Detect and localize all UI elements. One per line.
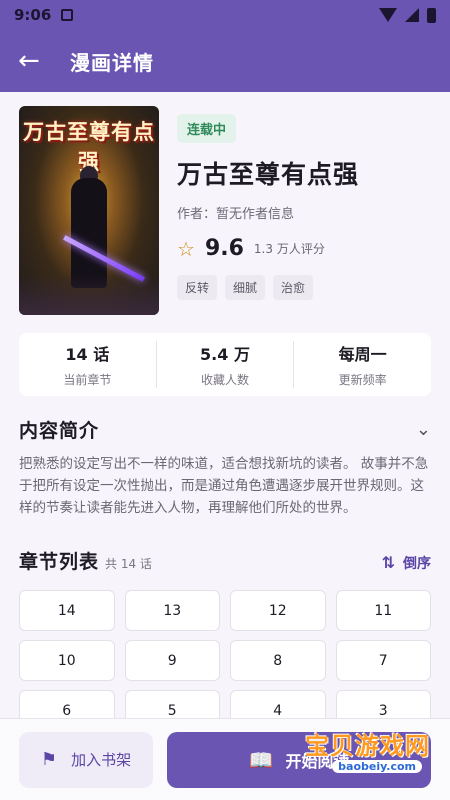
- rating-row: ☆ 9.6 1.3 万人评分: [177, 236, 431, 261]
- cover-ground: [19, 275, 159, 315]
- page-title: 漫画详情: [70, 50, 154, 75]
- chapter-button[interactable]: 3: [335, 690, 431, 718]
- chapter-button[interactable]: 11: [335, 590, 431, 631]
- summary-header[interactable]: 内容简介 ⌄: [19, 416, 431, 443]
- tag[interactable]: 细腻: [225, 275, 266, 300]
- comic-hero: 万古至尊有点强 连载中 万古至尊有点强 作者：暂无作者信息 ☆ 9.6 1.3 …: [0, 92, 450, 315]
- chapter-grid: 14 13 12 11 10 9 8 7 6 5 4 3: [19, 590, 431, 718]
- status-badge: 连载中: [177, 114, 237, 143]
- tag[interactable]: 反转: [177, 275, 218, 300]
- cover-figure: [71, 178, 107, 288]
- stat-value: 14 话: [65, 345, 110, 364]
- app-bar: ← 漫画详情: [0, 30, 450, 92]
- chapter-button[interactable]: 5: [124, 690, 220, 718]
- chapter-count: 共 14 话: [105, 557, 152, 571]
- comic-cover: 万古至尊有点强: [19, 106, 159, 315]
- chevron-down-icon[interactable]: ⌄: [416, 419, 431, 440]
- summary-title: 内容简介: [19, 420, 100, 442]
- chapter-button[interactable]: 7: [335, 640, 431, 681]
- wifi-icon: [379, 8, 397, 22]
- signal-icon: [405, 8, 419, 22]
- summary-text: 把熟悉的设定写出不一样的味道，适合想找新坑的读者。 故事并不急于把所有设定一次性…: [19, 456, 429, 516]
- rating-score: 9.6: [204, 236, 244, 261]
- stat-update-frequency: 每周一 更新频率: [293, 341, 431, 388]
- status-icons: [379, 7, 436, 23]
- stat-favorites: 5.4 万 收藏人数: [155, 341, 294, 388]
- book-open-icon: 📖: [248, 747, 274, 772]
- stats-card: 14 话 当前章节 5.4 万 收藏人数 每周一 更新频率: [19, 333, 431, 396]
- chapter-button[interactable]: 12: [230, 590, 326, 631]
- add-to-shelf-label: 加入书架: [71, 751, 132, 769]
- chapter-button[interactable]: 4: [230, 690, 326, 718]
- chapter-button[interactable]: 9: [124, 640, 220, 681]
- chapter-list-header: 章节列表 共 14 话 ⇅ 倒序: [19, 547, 431, 574]
- sort-icon: ⇅: [381, 553, 395, 572]
- battery-icon: [427, 7, 436, 23]
- stat-label: 更新频率: [338, 373, 387, 387]
- comic-title: 万古至尊有点强: [177, 160, 360, 189]
- sort-button[interactable]: ⇅ 倒序: [382, 553, 431, 573]
- bottom-action-bar: ⚑ 加入书架 📖 开始阅读: [0, 718, 450, 800]
- stat-current-chapter: 14 话 当前章节: [19, 341, 156, 388]
- notification-icon: [61, 9, 74, 21]
- stat-label: 当前章节: [63, 373, 112, 387]
- stat-value: 5.4 万: [200, 345, 250, 364]
- start-reading-label: 开始阅读: [285, 751, 350, 771]
- sort-label: 倒序: [403, 555, 431, 572]
- chapter-button[interactable]: 8: [230, 640, 326, 681]
- chapter-button[interactable]: 14: [19, 590, 115, 631]
- bookmark-add-icon: ⚑: [40, 749, 58, 770]
- comic-info: 连载中 万古至尊有点强 作者：暂无作者信息 ☆ 9.6 1.3 万人评分 反转 …: [177, 106, 431, 315]
- chapter-button[interactable]: 6: [19, 690, 115, 718]
- chapter-list-title: 章节列表: [19, 551, 100, 573]
- status-bar: 9:06: [0, 0, 450, 30]
- status-time: 9:06: [14, 6, 52, 24]
- rating-count: 1.3 万人评分: [253, 242, 325, 256]
- comic-author: 作者：暂无作者信息: [177, 207, 295, 222]
- stat-value: 每周一: [338, 345, 387, 364]
- tag[interactable]: 治愈: [273, 275, 314, 300]
- star-icon: ☆: [177, 236, 195, 261]
- chapter-button[interactable]: 13: [124, 590, 220, 631]
- tag-list: 反转 细腻 治愈: [177, 275, 431, 300]
- chapter-button[interactable]: 10: [19, 640, 115, 681]
- back-arrow-icon[interactable]: ←: [18, 48, 52, 74]
- detail-scroll[interactable]: 万古至尊有点强 连载中 万古至尊有点强 作者：暂无作者信息 ☆ 9.6 1.3 …: [0, 92, 450, 718]
- start-reading-button[interactable]: 📖 开始阅读: [167, 731, 431, 788]
- stat-label: 收藏人数: [201, 373, 250, 387]
- add-to-shelf-button[interactable]: ⚑ 加入书架: [19, 731, 153, 788]
